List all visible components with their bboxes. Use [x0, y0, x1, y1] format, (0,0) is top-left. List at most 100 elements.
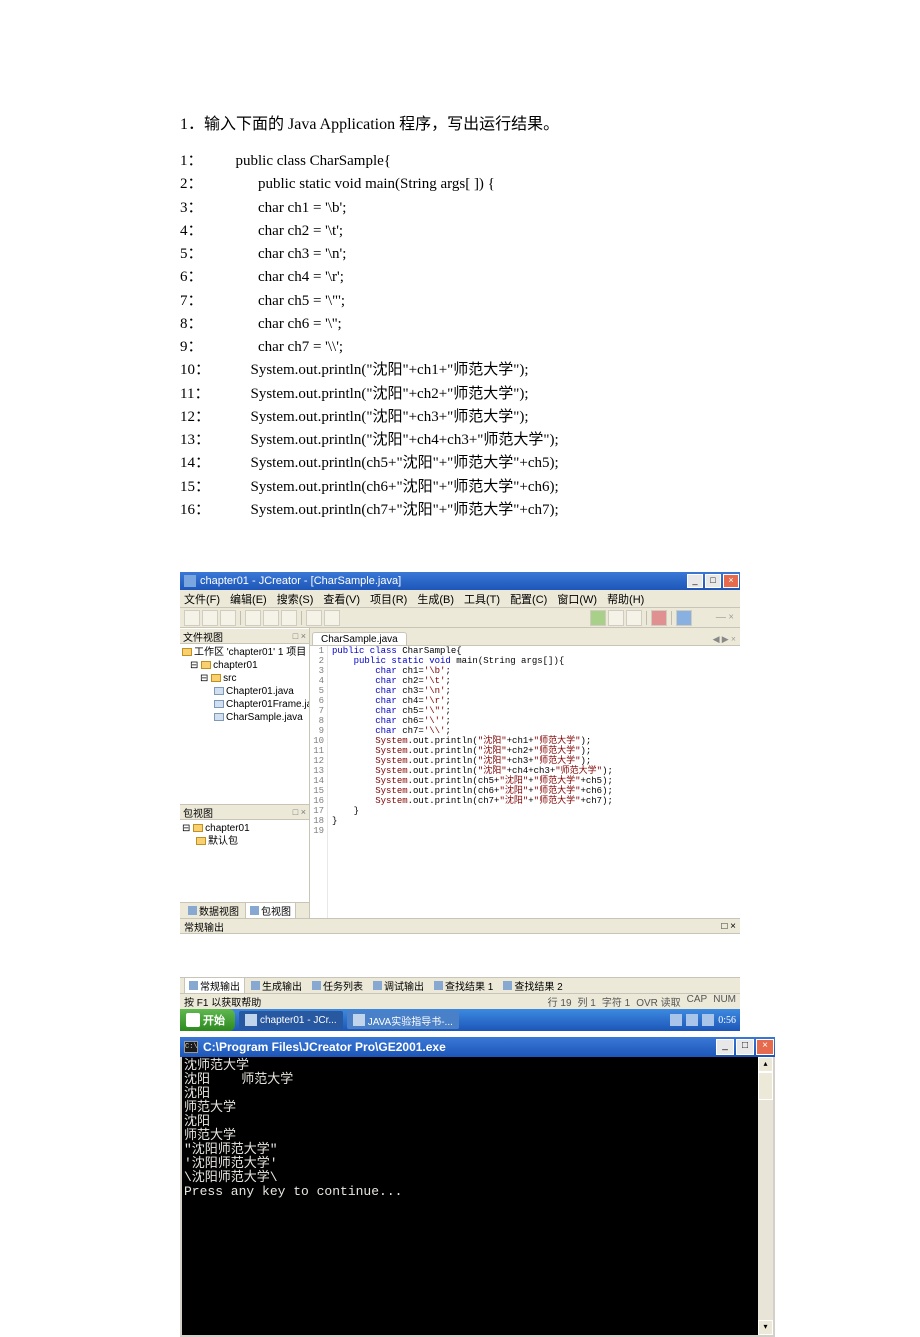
close-button[interactable]: × — [723, 574, 739, 588]
console-titlebar[interactable]: C:\ C:\Program Files\JCreator Pro\GE2001… — [180, 1037, 775, 1057]
maximize-button[interactable]: □ — [736, 1039, 754, 1055]
taskbar: 开始 chapter01 - JCr... JAVA实验指导书-... 0:56 — [180, 1009, 740, 1031]
editor-body[interactable]: public class CharSample{ public static v… — [328, 646, 740, 918]
tool-help-icon[interactable] — [676, 610, 692, 626]
scroll-up-icon[interactable]: ▴ — [758, 1057, 773, 1072]
left-sidebar: 文件视图 □ × 工作区 'chapter01' 1 项目 ⊟ chapter0… — [180, 628, 310, 918]
tab-icon — [189, 981, 198, 990]
tab-icon — [373, 981, 382, 990]
menu-item[interactable]: 编辑(E) — [230, 591, 267, 607]
panel-controls[interactable]: □ × — [721, 921, 736, 932]
code-line: 4： char ch2 = '\t'; — [180, 220, 740, 243]
output-tab[interactable]: 生成输出 — [247, 978, 306, 993]
output-tab[interactable]: 调试输出 — [369, 978, 428, 993]
system-tray[interactable]: 0:56 — [670, 1014, 740, 1026]
default-pkg-node[interactable]: 默认包 — [182, 835, 307, 848]
tab-controls[interactable]: ◀ ▶ × — [713, 634, 740, 645]
tool-run-icon[interactable] — [590, 610, 606, 626]
toolbar-separator — [671, 611, 672, 625]
console-output: 沈师范大学 沈阳 师范大学 沈阳 师范大学 沈阳 师范大学 "沈阳师范大学" '… — [182, 1057, 773, 1199]
output-header-label: 常规输出 — [184, 919, 224, 934]
file-panel-head: 文件视图 □ × — [180, 628, 309, 644]
code-line: 7： char ch5 = '\"'; — [180, 290, 740, 313]
maximize-button[interactable]: □ — [705, 574, 721, 588]
console-window-buttons: _ □ × — [715, 1037, 775, 1057]
menu-item[interactable]: 生成(B) — [417, 591, 454, 607]
menu-item[interactable]: 文件(F) — [184, 591, 220, 607]
code-editor[interactable]: 12345678910111213141516171819 public cla… — [310, 646, 740, 918]
panel-controls[interactable]: □ × — [293, 631, 306, 641]
code-line: 2： public static void main(String args[ … — [180, 173, 740, 196]
tray-icon[interactable] — [702, 1014, 714, 1026]
app-icon — [245, 1014, 257, 1026]
project-node[interactable]: ⊟ chapter01 — [182, 659, 307, 672]
src-folder[interactable]: ⊟ src — [182, 672, 307, 685]
start-button[interactable]: 开始 — [180, 1009, 235, 1031]
panel-controls[interactable]: □ × — [293, 807, 306, 817]
taskbar-item-jcreator[interactable]: chapter01 - JCr... — [239, 1011, 343, 1029]
menu-item[interactable]: 配置(C) — [510, 591, 547, 607]
scroll-down-icon[interactable]: ▾ — [758, 1320, 773, 1335]
output-body[interactable] — [180, 934, 740, 978]
tab-icon — [434, 981, 443, 990]
editor-tab-active[interactable]: CharSample.java — [312, 632, 407, 645]
data-view-tab[interactable]: 数据视图 — [184, 903, 243, 918]
menu-item[interactable]: 项目(R) — [370, 591, 407, 607]
file-node[interactable]: CharSample.java — [182, 711, 307, 724]
editor-column: CharSample.java ◀ ▶ × 123456789101112131… — [310, 628, 740, 918]
tool-paste-icon[interactable] — [281, 610, 297, 626]
menu-item[interactable]: 帮助(H) — [607, 591, 644, 607]
menu-item[interactable]: 搜索(S) — [277, 591, 314, 607]
code-line: 13： System.out.println("沈阳"+ch4+ch3+"师范大… — [180, 429, 740, 452]
file-node[interactable]: Chapter01Frame.java — [182, 698, 307, 711]
tray-icon[interactable] — [686, 1014, 698, 1026]
workspace-node[interactable]: 工作区 'chapter01' 1 项目 — [182, 646, 307, 659]
minimize-button[interactable]: _ — [687, 574, 703, 588]
package-tree[interactable]: ⊟ chapter01 默认包 — [180, 820, 309, 902]
toolbar-separator — [301, 611, 302, 625]
tool-copy-icon[interactable] — [263, 610, 279, 626]
tool-build-icon[interactable] — [608, 610, 624, 626]
ide-titlebar[interactable]: chapter01 - JCreator - [CharSample.java]… — [180, 572, 740, 590]
console-title-text: C:\Program Files\JCreator Pro\GE2001.exe — [203, 1040, 446, 1054]
code-line: 1： public class CharSample{ — [180, 150, 740, 173]
tab-icon — [251, 981, 260, 990]
tool-new-icon[interactable] — [184, 610, 200, 626]
pkg-view-tab[interactable]: 包视图 — [245, 902, 296, 919]
tool-save-icon[interactable] — [220, 610, 236, 626]
tray-icon[interactable] — [670, 1014, 682, 1026]
code-listing: 1： public class CharSample{2： public sta… — [180, 150, 740, 522]
output-tab[interactable]: 常规输出 — [184, 977, 245, 994]
pkg-project-node[interactable]: ⊟ chapter01 — [182, 822, 307, 835]
menu-item[interactable]: 窗口(W) — [557, 591, 597, 607]
code-line: 5： char ch3 = '\n'; — [180, 243, 740, 266]
taskbar-item-word[interactable]: JAVA实验指导书-... — [347, 1011, 459, 1029]
code-line: 14： System.out.println(ch5+"沈阳"+"师范大学"+c… — [180, 452, 740, 475]
file-node[interactable]: Chapter01.java — [182, 685, 307, 698]
menu-item[interactable]: 查看(V) — [323, 591, 360, 607]
toolbar-separator — [646, 611, 647, 625]
windows-icon — [186, 1013, 200, 1027]
close-button[interactable]: × — [756, 1039, 774, 1055]
vertical-scrollbar[interactable]: ▴ ▾ — [758, 1057, 773, 1335]
output-tab[interactable]: 查找结果 2 — [499, 978, 566, 993]
toolbar: — × — [180, 608, 740, 628]
output-tab[interactable]: 查找结果 1 — [430, 978, 497, 993]
line-gutter: 12345678910111213141516171819 — [310, 646, 328, 918]
scroll-thumb[interactable] — [758, 1072, 773, 1100]
tool-undo-icon[interactable] — [306, 610, 322, 626]
code-line: 6： char ch4 = '\r'; — [180, 266, 740, 289]
file-panel-label: 文件视图 — [183, 629, 223, 644]
output-tab[interactable]: 任务列表 — [308, 978, 367, 993]
tool-cut-icon[interactable] — [245, 610, 261, 626]
tool-debug-icon[interactable] — [626, 610, 642, 626]
tool-redo-icon[interactable] — [324, 610, 340, 626]
tool-open-icon[interactable] — [202, 610, 218, 626]
console-body[interactable]: 沈师范大学 沈阳 师范大学 沈阳 师范大学 沈阳 师范大学 "沈阳师范大学" '… — [180, 1057, 775, 1337]
minimize-button[interactable]: _ — [716, 1039, 734, 1055]
tool-stop-icon[interactable] — [651, 610, 667, 626]
file-tree[interactable]: 工作区 'chapter01' 1 项目 ⊟ chapter01 ⊟ src C… — [180, 644, 309, 804]
scroll-track[interactable] — [758, 1100, 773, 1320]
menu-item[interactable]: 工具(T) — [464, 591, 500, 607]
pkg-panel-label: 包视图 — [183, 805, 213, 820]
